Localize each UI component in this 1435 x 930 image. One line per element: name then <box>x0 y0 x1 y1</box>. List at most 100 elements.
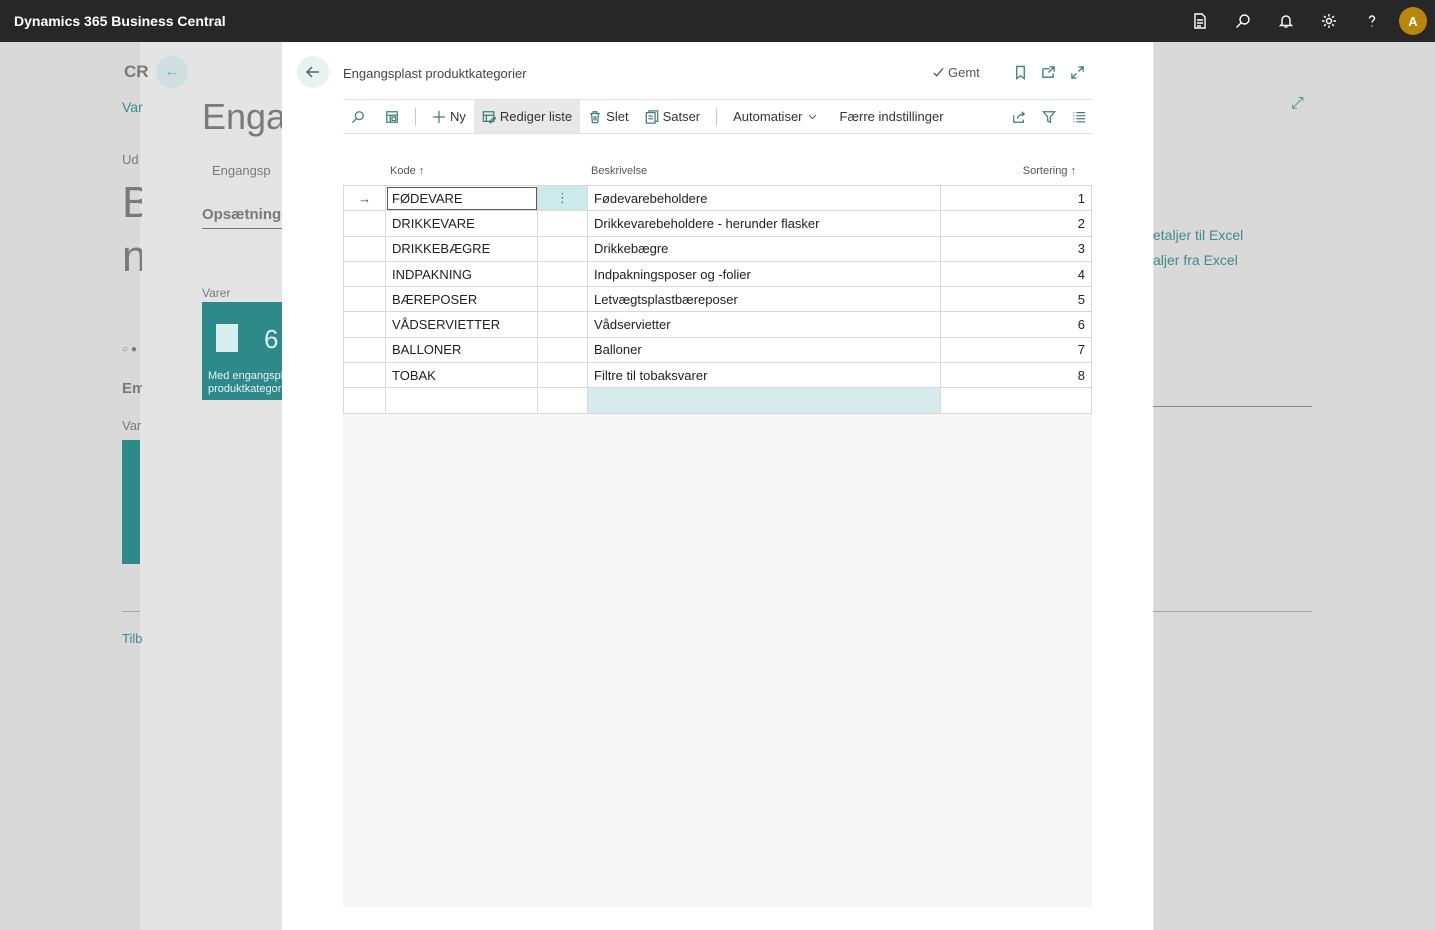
column-header-sorting[interactable]: Sortering ↑ <box>1023 165 1076 177</box>
row-selector[interactable] <box>343 362 386 389</box>
search-button[interactable] <box>343 100 373 133</box>
column-header-description[interactable]: Beskrivelse <box>591 165 647 177</box>
row-selector[interactable] <box>343 235 386 262</box>
description-cell[interactable]: Filtre til tobaksvarer <box>587 362 941 389</box>
bg-expand-icon: ⤢ <box>1291 95 1304 112</box>
bg-tile: 6 Med engangspl produktkategori <box>202 302 282 400</box>
document-icon[interactable] <box>1178 0 1221 42</box>
code-cell[interactable]: TOBAK <box>385 362 538 389</box>
table-row[interactable]: → FØDEVARE ⋮ Fødevarebeholdere 1 <box>343 184 1092 212</box>
sorting-cell[interactable]: 7 <box>940 336 1092 364</box>
more-options-icon[interactable]: ⋮ <box>556 190 569 205</box>
list-view-icon[interactable] <box>1070 108 1088 126</box>
rates-button[interactable]: Satser <box>637 100 709 133</box>
code-cell[interactable]: DRIKKEBÆGRE <box>385 235 538 262</box>
code-cell[interactable]: DRIKKEVARE <box>385 210 538 237</box>
row-actions-cell[interactable] <box>537 387 588 414</box>
arrow-right-icon: → <box>358 190 371 206</box>
analysis-icon <box>386 110 398 123</box>
document-icon <box>216 324 238 352</box>
row-actions-cell[interactable] <box>537 311 588 338</box>
new-row[interactable] <box>343 387 1092 414</box>
sorting-cell[interactable]: 5 <box>940 286 1092 313</box>
edit-list-button[interactable]: Rediger liste <box>473 100 581 133</box>
description-cell[interactable]: Letvægtsplastbæreposer <box>587 286 941 313</box>
row-actions-cell[interactable] <box>537 235 588 262</box>
row-selector[interactable] <box>343 210 386 237</box>
trash-icon <box>590 110 600 123</box>
sorting-cell[interactable]: 3 <box>940 235 1092 262</box>
sorting-cell[interactable]: 8 <box>940 362 1092 389</box>
bg-big-n: n <box>122 232 142 281</box>
code-cell[interactable]: INDPAKNING <box>385 260 538 288</box>
sorting-cell[interactable] <box>940 387 1092 414</box>
row-actions-cell[interactable] <box>537 362 588 389</box>
bg-tile-caption: Med engangspl produktkategori <box>208 370 282 396</box>
bookmark-icon[interactable] <box>1011 63 1029 81</box>
automate-menu[interactable]: Automatiser <box>725 100 825 133</box>
bg-divider-left <box>122 611 140 612</box>
data-table: → FØDEVARE ⋮ Fødevarebeholdere 1 DRIKKEVARE Dr… <box>343 184 1092 414</box>
avatar[interactable]: A <box>1399 7 1427 35</box>
row-selector[interactable] <box>343 311 386 338</box>
bg-dots: ○ ● <box>122 344 137 355</box>
table-row[interactable]: DRIKKEBÆGRE Drikkebægre 3 <box>343 235 1092 262</box>
table-row[interactable]: TOBAK Filtre til tobaksvarer 8 <box>343 362 1092 389</box>
description-cell[interactable]: Drikkebægre <box>587 235 941 262</box>
sorting-cell[interactable]: 6 <box>940 311 1092 338</box>
code-cell[interactable]: VÅDSERVIETTER <box>385 311 538 338</box>
row-actions-cell[interactable]: ⋮ <box>537 184 588 212</box>
table-row[interactable]: BALLONER Balloner 7 <box>343 336 1092 364</box>
sort-ascending-icon: ↑ <box>1070 165 1077 177</box>
share-icon[interactable] <box>1010 108 1028 126</box>
table-row[interactable]: VÅDSERVIETTER Vådservietter 6 <box>343 311 1092 338</box>
search-icon[interactable] <box>1221 0 1264 42</box>
code-cell[interactable]: BÆREPOSER <box>385 286 538 313</box>
description-cell[interactable] <box>587 387 941 414</box>
new-button[interactable]: Ny <box>424 100 474 133</box>
checkmark-icon <box>933 67 944 77</box>
sorting-cell[interactable]: 1 <box>940 184 1092 212</box>
sorting-cell[interactable]: 2 <box>940 210 1092 237</box>
delete-button[interactable]: Slet <box>580 100 636 133</box>
open-new-window-icon[interactable] <box>1039 63 1057 81</box>
description-cell[interactable]: Balloner <box>587 336 941 364</box>
table-row[interactable]: BÆREPOSER Letvægtsplastbæreposer 5 <box>343 286 1092 313</box>
row-selector[interactable]: → <box>343 184 386 212</box>
row-actions-cell[interactable] <box>537 336 588 364</box>
description-cell[interactable]: Indpakningsposer og -folier <box>587 260 941 288</box>
gear-icon[interactable] <box>1307 0 1350 42</box>
bell-icon[interactable] <box>1264 0 1307 42</box>
row-selector[interactable] <box>343 387 386 414</box>
fewer-options-button[interactable]: Færre indstillinger <box>832 100 952 133</box>
column-header-code[interactable]: Kode ↑ <box>390 165 424 177</box>
table-row[interactable]: INDPAKNING Indpakningsposer og -folier 4 <box>343 260 1092 288</box>
expand-icon[interactable] <box>1068 63 1086 81</box>
description-cell[interactable]: Fødevarebeholdere <box>587 184 941 212</box>
dialog-title: Engangsplast produktkategorier <box>343 66 527 81</box>
bg-tile-caption-1: Med engangspl <box>208 370 282 382</box>
description-cell[interactable]: Drikkevarebeholdere - herunder flasker <box>587 210 941 237</box>
row-selector[interactable] <box>343 286 386 313</box>
help-icon[interactable] <box>1350 0 1393 42</box>
row-selector[interactable] <box>343 260 386 288</box>
saved-label: Gemt <box>948 65 980 80</box>
row-actions-cell[interactable] <box>537 260 588 288</box>
back-button[interactable] <box>297 56 329 88</box>
arrow-left-icon <box>305 66 319 78</box>
code-cell[interactable]: BALLONER <box>385 336 538 364</box>
row-actions-cell[interactable] <box>537 210 588 237</box>
code-cell[interactable] <box>385 387 538 414</box>
row-actions-cell[interactable] <box>537 286 588 313</box>
column-header-code-label: Kode <box>390 165 416 177</box>
row-selector[interactable] <box>343 336 386 364</box>
code-cell[interactable]: FØDEVARE <box>385 184 538 212</box>
action-bar: Ny Rediger liste Slet Satser Automatiser… <box>343 99 1092 134</box>
table-row[interactable]: DRIKKEVARE Drikkevarebeholdere - herunder… <box>343 210 1092 237</box>
delete-label: Slet <box>606 109 629 124</box>
sorting-cell[interactable]: 4 <box>940 260 1092 288</box>
bg-big-b: B <box>122 178 142 227</box>
analysis-mode-button[interactable] <box>377 100 407 133</box>
filter-icon[interactable] <box>1040 108 1058 126</box>
description-cell[interactable]: Vådservietter <box>587 311 941 338</box>
